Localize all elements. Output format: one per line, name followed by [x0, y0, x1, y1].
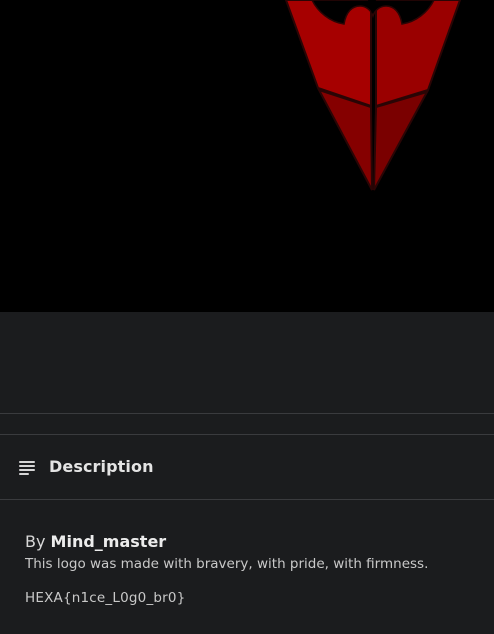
section-gap	[0, 414, 494, 434]
description-title: Description	[49, 457, 154, 476]
image-footer-space	[0, 312, 494, 413]
author-name: Mind_master	[50, 532, 167, 551]
red-shield-logo-graphic	[284, 0, 462, 191]
flag-text: HEXA{n1ce_L0g0_br0}	[25, 590, 186, 606]
notes-icon	[19, 461, 35, 475]
divider	[0, 499, 494, 500]
logo-image	[0, 0, 494, 312]
author-line: By Mind_master	[25, 532, 485, 552]
description-header: Description	[0, 435, 494, 499]
author-prefix: By	[25, 532, 46, 551]
description-body: By Mind_master This logo was made with b…	[25, 532, 485, 607]
challenge-page: Description By Mind_master This logo was…	[0, 0, 494, 634]
description-text: This logo was made with bravery, with pr…	[25, 556, 429, 572]
